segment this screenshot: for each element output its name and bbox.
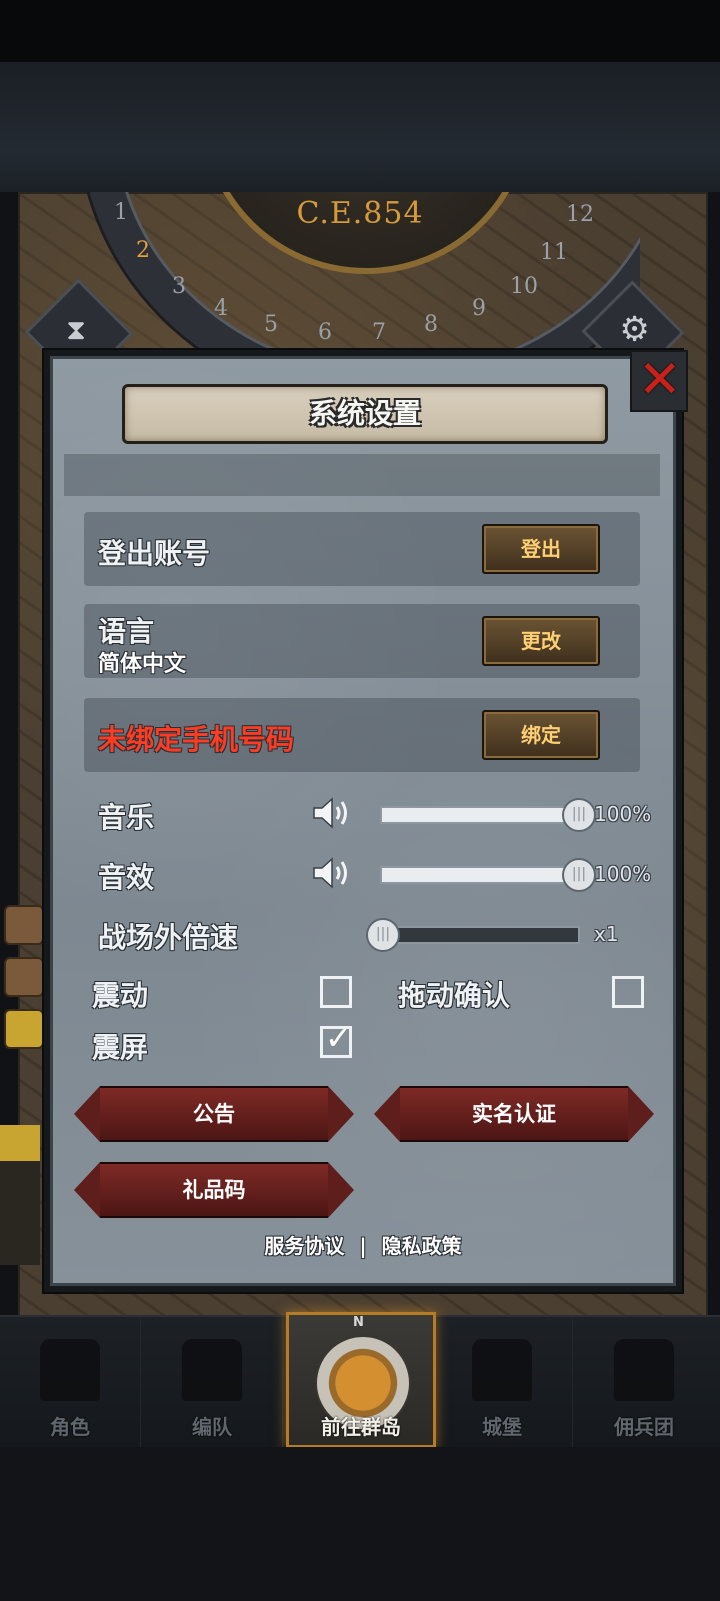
helmet-icon: [182, 1339, 242, 1401]
hourglass-icon: ⧗: [66, 313, 86, 347]
phone-unbound-label: 未绑定手机号码: [98, 723, 295, 756]
dial-number: 9: [472, 296, 486, 321]
dial-number: 4: [214, 296, 228, 321]
side-task-panel: [0, 1125, 40, 1265]
close-button[interactable]: ✕: [630, 350, 688, 412]
service-agreement-link[interactable]: 服务协议: [264, 1230, 344, 1259]
dial-number: 8: [424, 312, 438, 337]
header-divider: [64, 454, 660, 496]
compass-north-label: N: [353, 1315, 364, 1330]
music-label: 音乐: [98, 801, 155, 834]
dial-number: 6: [318, 320, 332, 345]
nav-item-label: 编队: [192, 1415, 232, 1439]
sfx-percent: 100%: [594, 862, 652, 886]
dialog-title: 系统设置: [308, 397, 421, 430]
real-name-verify-button[interactable]: 实名认证: [374, 1086, 654, 1142]
nav-item-character[interactable]: 角色: [0, 1317, 141, 1449]
status-bar-area: [0, 0, 720, 62]
era-year-label: C.E.854: [296, 196, 424, 231]
screen-shake-label: 震屏: [92, 1031, 149, 1064]
nav-item-label: 角色: [50, 1415, 90, 1439]
phone-row: 未绑定手机号码 绑定: [84, 698, 640, 772]
speaker-icon[interactable]: [312, 856, 352, 890]
language-label: 语言: [98, 615, 155, 648]
settings-dialog: 系统设置 ✕ 登出账号 登出 语言 简体中文 更改 未绑定手机号码 绑定 音乐 …: [44, 350, 688, 1292]
scroll-icon[interactable]: [4, 905, 44, 945]
speaker-icon[interactable]: [312, 796, 352, 830]
nav-item-formation[interactable]: 编队: [142, 1317, 283, 1449]
logout-button[interactable]: 登出: [482, 524, 600, 574]
nav-item-label: 佣兵团: [614, 1415, 674, 1439]
dial-number: 3: [172, 274, 186, 299]
check-icon: ✓: [325, 1019, 352, 1057]
dial-number: 12: [566, 202, 594, 227]
account-row: 登出账号 登出: [84, 512, 640, 586]
speed-label: 战场外倍速: [98, 921, 239, 954]
privacy-policy-link[interactable]: 隐私政策: [382, 1230, 462, 1259]
nav-item-islands[interactable]: N 前往群岛: [286, 1312, 436, 1448]
music-slider-handle[interactable]: |||: [562, 798, 596, 832]
search-icon[interactable]: [0, 1125, 40, 1161]
drag-confirm-checkbox[interactable]: ✓: [612, 976, 644, 1008]
badge-icon[interactable]: [4, 1009, 44, 1049]
nav-item-label: 城堡: [482, 1415, 522, 1439]
sfx-slider[interactable]: |||: [380, 858, 596, 892]
dial-number: 7: [372, 320, 386, 345]
language-row: 语言 简体中文 更改: [84, 604, 640, 678]
language-value: 简体中文: [98, 652, 187, 677]
nav-item-castle[interactable]: 城堡: [432, 1317, 573, 1449]
gear-icon: ⚙: [619, 309, 650, 350]
gift-code-button[interactable]: 礼品码: [74, 1162, 354, 1218]
sfx-slider-fill: [382, 868, 578, 882]
chest-icon[interactable]: [4, 957, 44, 997]
speed-slider[interactable]: |||: [366, 918, 580, 952]
dial-number: 1: [114, 200, 128, 225]
bind-phone-button[interactable]: 绑定: [482, 710, 600, 760]
sfx-label: 音效: [98, 861, 155, 894]
dial-number: 10: [510, 274, 538, 299]
music-slider-fill: [382, 808, 578, 822]
mercenary-icon: [614, 1339, 674, 1401]
bottom-safe-area: [0, 1447, 720, 1601]
title-banner: 系统设置: [122, 384, 608, 444]
legal-links: 服务协议 | 隐私政策: [50, 1230, 676, 1259]
vibration-checkbox[interactable]: ✓: [320, 976, 352, 1008]
announcement-button[interactable]: 公告: [74, 1086, 354, 1142]
knight-icon: [40, 1339, 100, 1401]
music-slider[interactable]: |||: [380, 798, 596, 832]
sky-band: [0, 62, 720, 192]
dial-number: 5: [264, 312, 278, 337]
speed-slider-handle[interactable]: |||: [366, 918, 400, 952]
music-percent: 100%: [594, 802, 652, 826]
nav-item-label-active: 前往群岛: [321, 1415, 401, 1439]
sfx-slider-handle[interactable]: |||: [562, 858, 596, 892]
speed-value: x1: [594, 922, 619, 946]
era-dial: C.E.854 1 2 3 4 5 6 7 8 9 10 11 12: [80, 192, 640, 352]
screen-shake-checkbox[interactable]: ✓: [320, 1019, 352, 1058]
close-icon: ✕: [638, 350, 682, 410]
link-separator: |: [359, 1234, 367, 1258]
nav-item-mercenary[interactable]: 佣兵团: [574, 1317, 714, 1449]
drag-confirm-label: 拖动确认: [398, 979, 511, 1012]
change-language-button[interactable]: 更改: [482, 616, 600, 666]
castle-icon: [472, 1339, 532, 1401]
dial-number-active: 2: [136, 238, 150, 263]
vibration-label: 震动: [92, 979, 149, 1012]
account-label: 登出账号: [98, 537, 211, 570]
dial-number: 11: [540, 240, 568, 265]
